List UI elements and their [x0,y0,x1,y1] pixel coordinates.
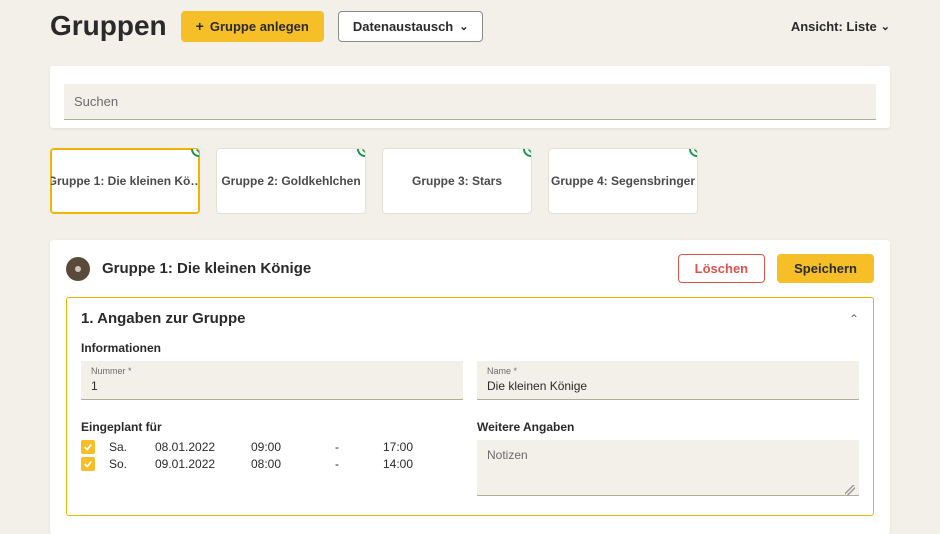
check-icon [191,148,200,157]
group-card[interactable]: Gruppe 4: Segensbringer [548,148,698,214]
delete-button[interactable]: Löschen [678,254,765,283]
plus-icon: + [196,19,204,33]
chevron-up-icon[interactable]: ⌃ [849,312,859,326]
section-title: 1. Angaben zur Gruppe [81,310,245,327]
weitere-heading: Weitere Angaben [477,420,859,434]
group-info-section: 1. Angaben zur Gruppe ⌃ Informationen Nu… [66,297,874,516]
view-switch-label: Ansicht: Liste [791,19,877,34]
chevron-down-icon: ⌄ [881,20,890,33]
view-switch[interactable]: Ansicht: Liste ⌄ [791,19,890,34]
check-icon [357,148,366,157]
group-card[interactable]: Gruppe 1: Die kleinen Kö… [50,148,200,214]
search-panel [50,66,890,128]
data-exchange-label: Datenaustausch [353,19,453,34]
checkbox[interactable] [81,440,95,454]
eingeplant-heading: Eingeplant für [81,420,463,434]
schedule-end: 14:00 [353,457,413,471]
field-label: Nummer * [91,366,453,376]
schedule-dash: - [327,440,347,454]
avatar [66,257,90,281]
group-cards-row: Gruppe 1: Die kleinen Kö… Gruppe 2: Gold… [50,148,890,214]
notes-textarea[interactable] [477,440,859,496]
group-card-label: Gruppe 1: Die kleinen Kö… [50,174,200,188]
field-value: 1 [91,379,98,393]
schedule-end: 17:00 [353,440,413,454]
group-card-label: Gruppe 4: Segensbringer [551,174,695,188]
save-button[interactable]: Speichern [777,254,874,283]
schedule-start: 08:00 [251,457,321,471]
group-card[interactable]: Gruppe 3: Stars [382,148,532,214]
data-exchange-button[interactable]: Datenaustausch ⌄ [338,11,484,42]
schedule-day: So. [109,457,149,471]
detail-panel: Gruppe 1: Die kleinen Könige Löschen Spe… [50,240,890,534]
info-heading: Informationen [81,341,859,355]
schedule-date: 08.01.2022 [155,440,245,454]
schedule-row: Sa. 08.01.2022 09:00 - 17:00 [81,440,463,454]
create-group-label: Gruppe anlegen [210,19,309,34]
chevron-down-icon: ⌄ [459,20,468,33]
checkbox[interactable] [81,457,95,471]
group-card[interactable]: Gruppe 2: Goldkehlchen [216,148,366,214]
page-title: Gruppen [50,10,167,42]
schedule-day: Sa. [109,440,149,454]
field-label: Name * [487,366,849,376]
schedule-start: 09:00 [251,440,321,454]
detail-title: Gruppe 1: Die kleinen Könige [102,260,311,277]
schedule-row: So. 09.01.2022 08:00 - 14:00 [81,457,463,471]
search-input[interactable] [64,84,876,120]
check-icon [689,148,698,157]
check-icon [523,148,532,157]
nummer-field[interactable]: Nummer * 1 [81,361,463,400]
schedule-dash: - [327,457,347,471]
create-group-button[interactable]: + Gruppe anlegen [181,11,324,42]
group-card-label: Gruppe 3: Stars [412,174,502,188]
schedule-date: 09.01.2022 [155,457,245,471]
name-field[interactable]: Name * Die kleinen Könige [477,361,859,400]
field-value: Die kleinen Könige [487,379,587,393]
group-card-label: Gruppe 2: Goldkehlchen [221,174,360,188]
